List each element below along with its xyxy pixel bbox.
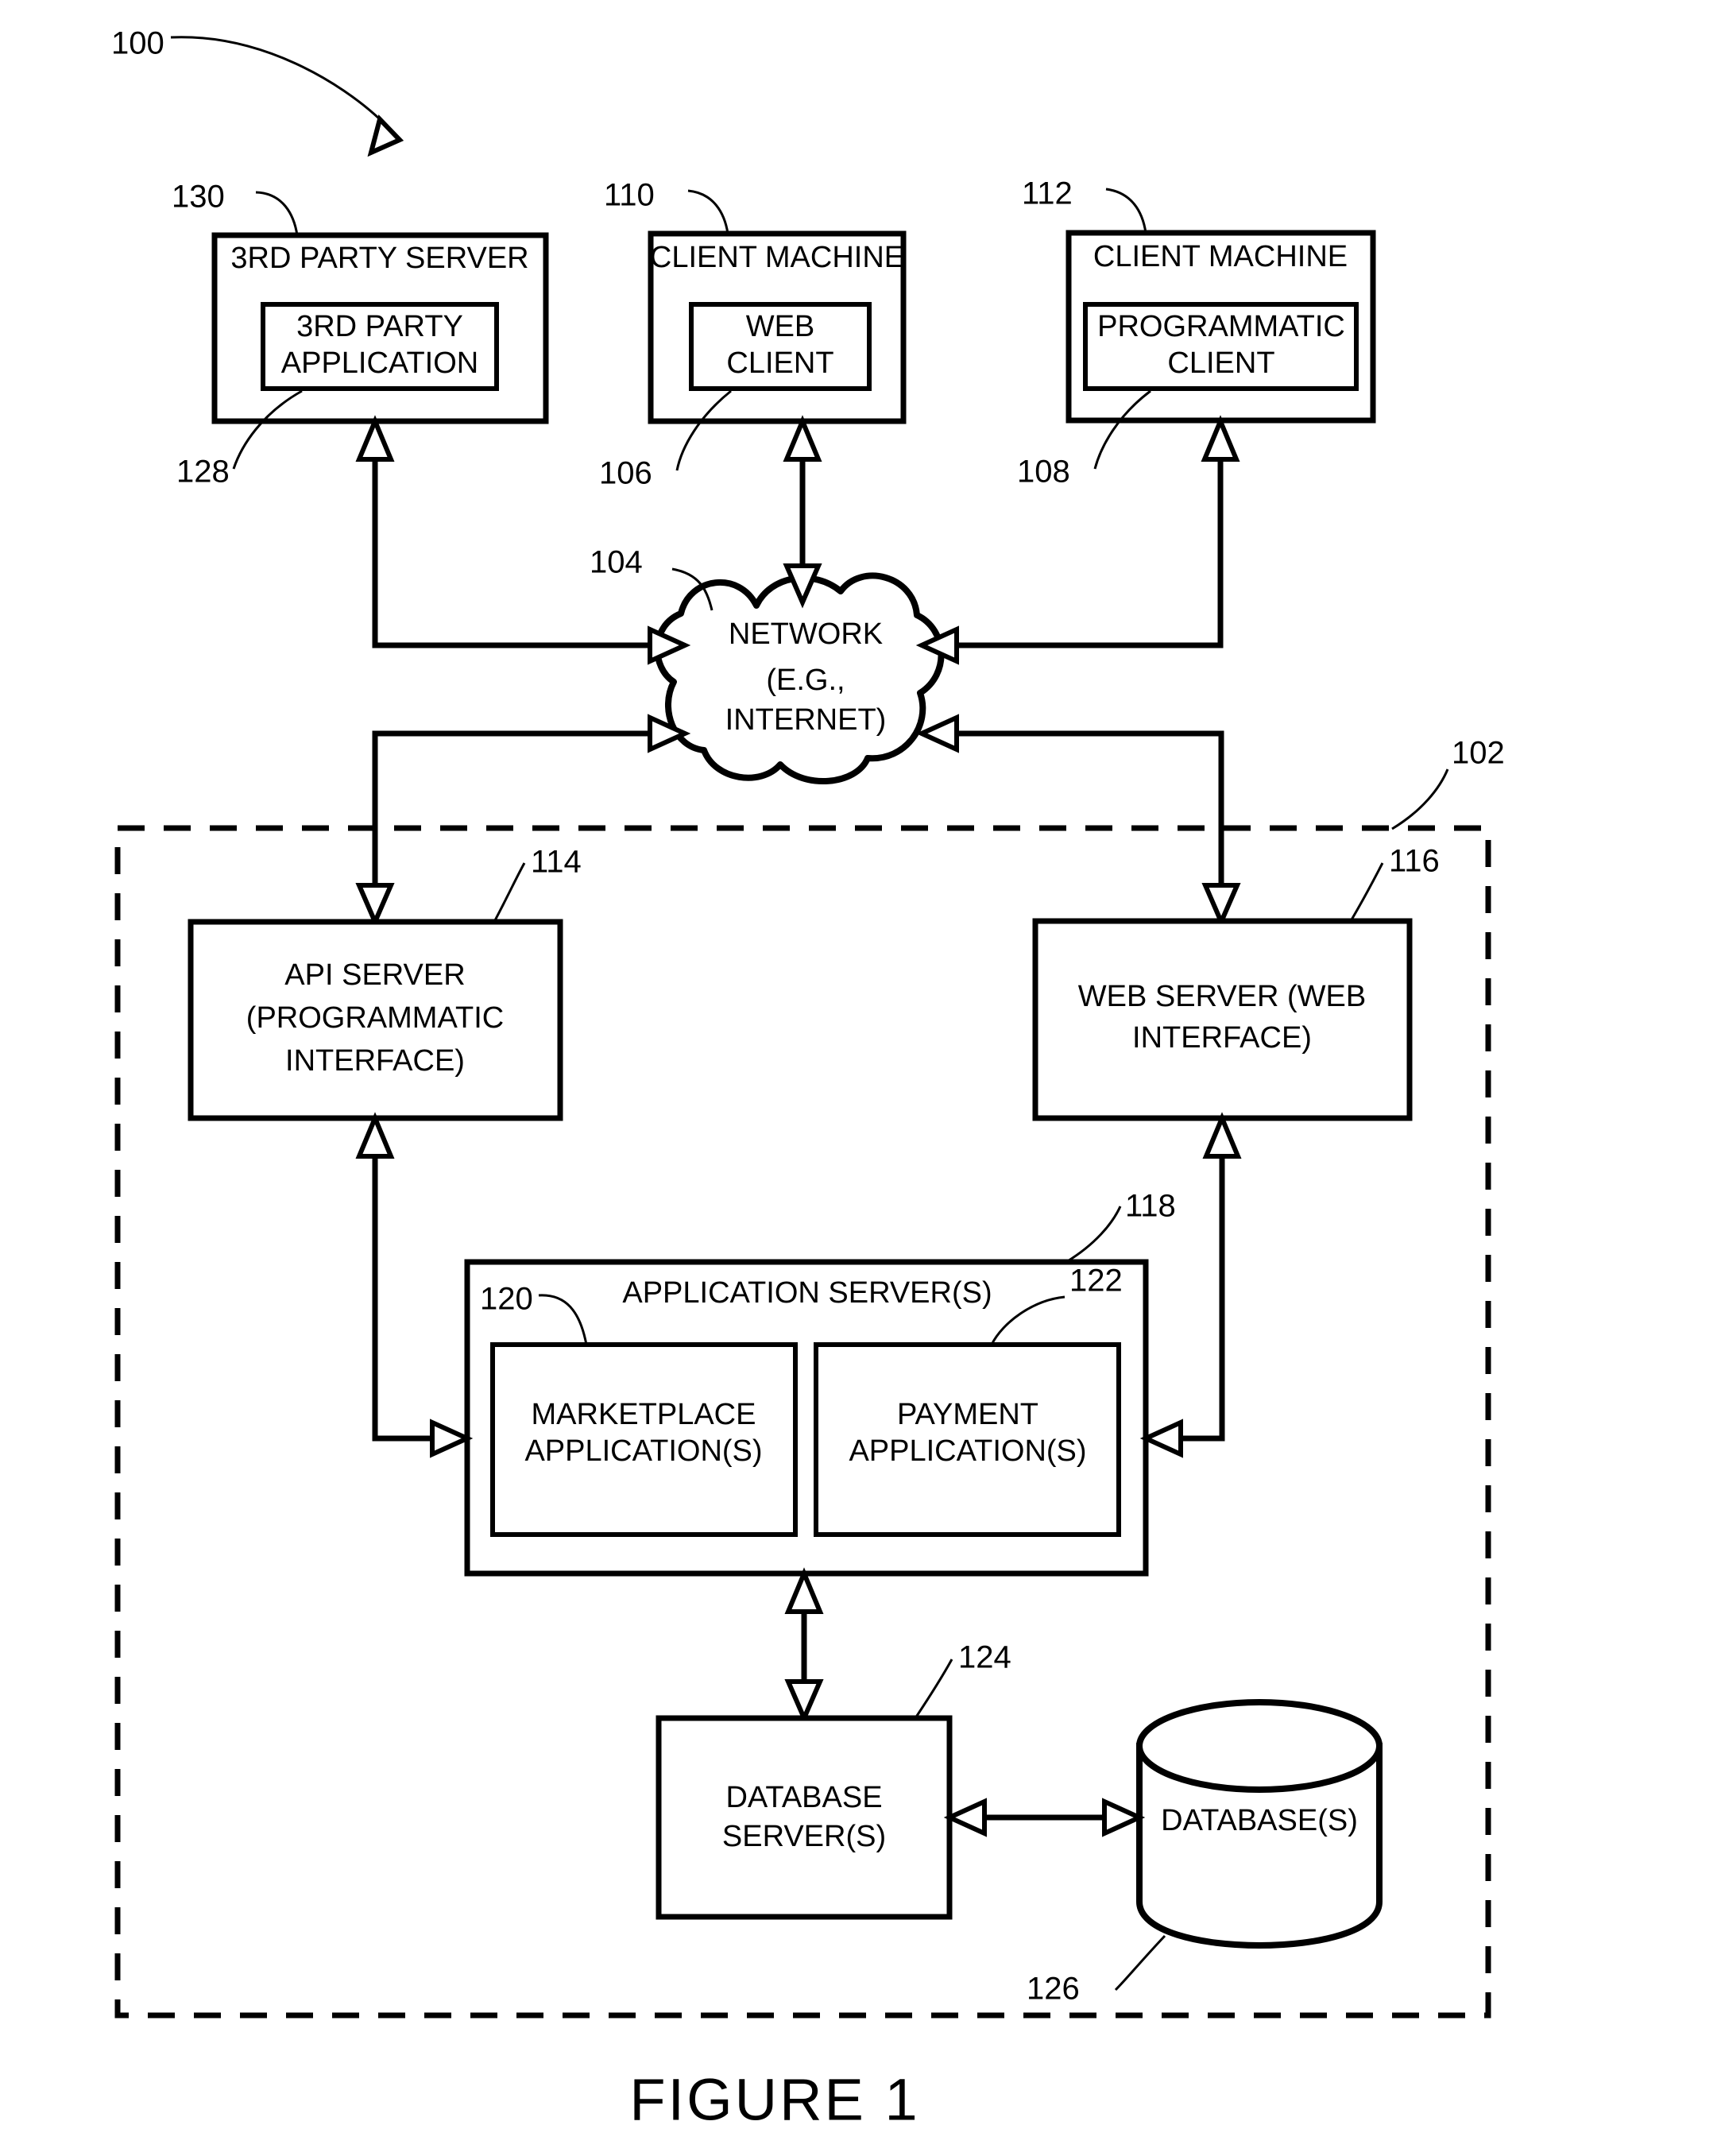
- third-party-application-line1: 3RD PARTY: [296, 310, 463, 343]
- ref-126-leader: [1114, 1934, 1166, 1991]
- ref-108-label: 108: [1017, 455, 1070, 490]
- web-server-line1: WEB SERVER (WEB: [1078, 980, 1366, 1013]
- ref-122-label: 122: [1069, 1264, 1123, 1299]
- ref-110-leader: [687, 189, 729, 234]
- programmatic-client-line2: CLIENT: [1167, 346, 1274, 380]
- ref-112-leader: [1105, 188, 1147, 234]
- ref-116-label: 116: [1389, 844, 1440, 879]
- ref-106-label: 106: [599, 456, 652, 491]
- ref-114-leader: [493, 862, 526, 923]
- ref-124-label: 124: [958, 1640, 1011, 1675]
- connector-network-to-api-server: [355, 714, 691, 928]
- ref-116-leader: [1349, 862, 1384, 922]
- application-server-node: APPLICATION SERVER(S) MARKETPLACE APPLIC…: [464, 1259, 1149, 1577]
- ref-100-label: 100: [111, 26, 164, 61]
- figure-caption: FIGURE 1: [629, 2067, 919, 2133]
- client-machine-prog-title: CLIENT MACHINE: [1093, 240, 1348, 273]
- ref-130-leader: [255, 191, 299, 236]
- payment-application-line2: APPLICATION(S): [849, 1434, 1086, 1468]
- connector-network-to-web-server: [915, 714, 1241, 928]
- api-server-line1: API SERVER: [284, 958, 465, 992]
- patent-figure-page: 100 3RD PARTY SERVER 3RD PARTY APPLICATI…: [0, 0, 1721, 2156]
- connector-database-server-to-databases: [943, 1798, 1146, 1837]
- system-100-leader: [170, 36, 404, 157]
- connector-progclient-to-network: [915, 415, 1240, 665]
- ref-128-label: 128: [176, 455, 230, 490]
- database-server-line1: DATABASE: [725, 1781, 882, 1814]
- third-party-server-title: 3RD PARTY SERVER: [230, 242, 528, 275]
- application-server-title: APPLICATION SERVER(S): [622, 1276, 992, 1310]
- ref-104-label: 104: [590, 545, 643, 580]
- system-architecture-diagram: 100 3RD PARTY SERVER 3RD PARTY APPLICATI…: [111, 26, 1505, 2133]
- api-server-node: API SERVER (PROGRAMMATIC INTERFACE): [188, 919, 563, 1121]
- connector-application-server-to-database-server: [784, 1567, 824, 1724]
- ref-112-label: 112: [1022, 176, 1073, 211]
- connector-webclient-to-network: [783, 415, 822, 609]
- databases-node: DATABASE(S): [1136, 1699, 1383, 1949]
- third-party-application-line2: APPLICATION: [281, 346, 478, 380]
- ref-102-leader: [1391, 768, 1449, 830]
- client-machine-programmatic-node: CLIENT MACHINE PROGRAMMATIC CLIENT: [1065, 230, 1376, 424]
- ref-114-label: 114: [531, 845, 582, 880]
- database-server-node: DATABASE SERVER(S): [656, 1715, 953, 1920]
- api-server-line3: INTERFACE): [285, 1044, 465, 1078]
- ref-130-label: 130: [172, 180, 225, 215]
- api-server-line2: (PROGRAMMATIC: [246, 1001, 504, 1035]
- connector-api-server-to-application-server: [355, 1112, 474, 1458]
- web-server-node: WEB SERVER (WEB INTERFACE): [1032, 918, 1413, 1121]
- programmatic-client-line1: PROGRAMMATIC: [1097, 310, 1345, 343]
- web-client-line1: WEB: [746, 310, 815, 343]
- ref-126-label: 126: [1027, 1972, 1080, 2007]
- network-line1: NETWORK: [729, 617, 883, 651]
- third-party-server-node: 3RD PARTY SERVER 3RD PARTY APPLICATION: [211, 232, 549, 424]
- database-server-line2: SERVER(S): [722, 1820, 886, 1853]
- web-client-line2: CLIENT: [726, 346, 833, 380]
- marketplace-application-line1: MARKETPLACE: [532, 1398, 756, 1431]
- ref-120-label: 120: [480, 1282, 533, 1317]
- connector-web-server-to-application-server: [1139, 1112, 1242, 1458]
- databases-line1: DATABASE(S): [1161, 1804, 1358, 1837]
- client-machine-web-title: CLIENT MACHINE: [650, 241, 904, 274]
- network-cloud-node: NETWORK (E.G., INTERNET): [654, 572, 945, 785]
- ref-110-label: 110: [604, 178, 655, 213]
- payment-application-line1: PAYMENT: [897, 1398, 1038, 1431]
- web-server-line2: INTERFACE): [1132, 1021, 1312, 1055]
- marketplace-application-line2: APPLICATION(S): [524, 1434, 762, 1468]
- ref-102-label: 102: [1452, 736, 1505, 771]
- ref-124-leader: [914, 1659, 953, 1719]
- network-line2: (E.G.,: [766, 664, 845, 697]
- ref-118-label: 118: [1125, 1189, 1176, 1224]
- network-line3: INTERNET): [725, 703, 887, 737]
- client-machine-web-node: CLIENT MACHINE WEB CLIENT: [648, 230, 907, 424]
- ref-118-leader: [1065, 1206, 1122, 1264]
